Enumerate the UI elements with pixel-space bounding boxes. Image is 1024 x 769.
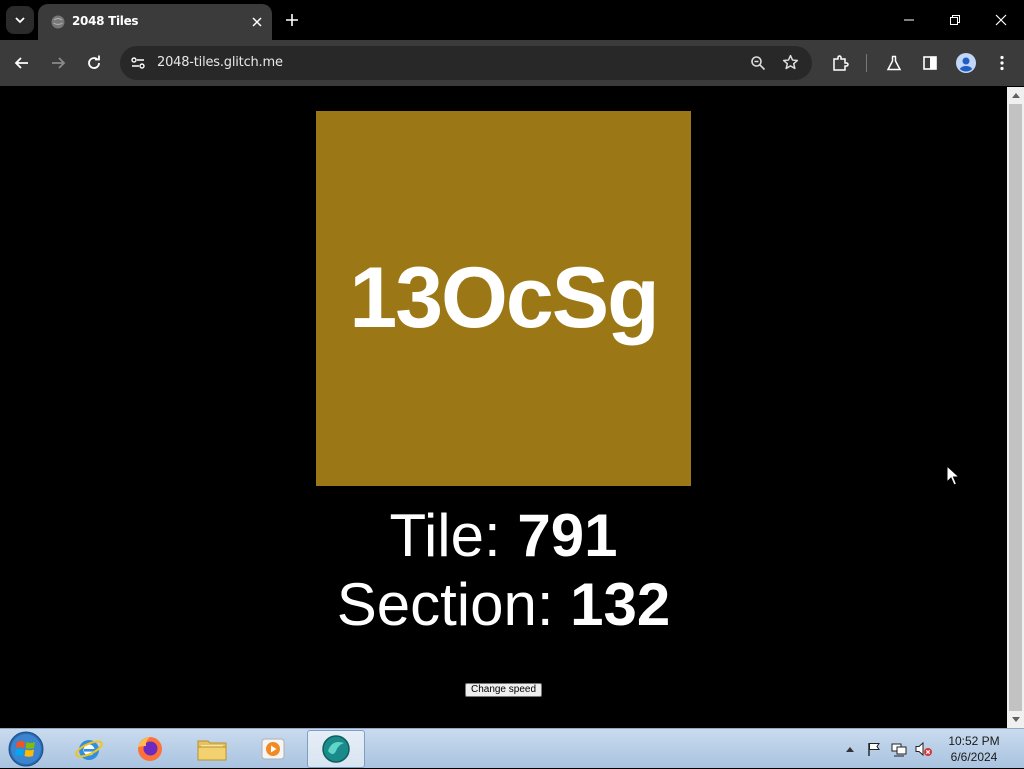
arrow-right-icon — [52, 57, 66, 69]
close-window-button[interactable] — [986, 8, 1016, 32]
tile-counter: Tile: 791 — [0, 501, 1007, 571]
firefox-icon — [138, 737, 162, 761]
tile-text: 13OcSg — [349, 250, 659, 346]
taskbar-app-active[interactable] — [307, 730, 365, 768]
restore-button[interactable] — [940, 8, 970, 32]
puzzle-icon — [833, 55, 849, 71]
clock-date: 6/6/2024 — [950, 750, 998, 764]
network-tray-icon[interactable] — [889, 729, 909, 769]
extensions-button[interactable] — [828, 51, 852, 75]
media-player-icon — [261, 738, 285, 760]
reload-button[interactable] — [82, 51, 106, 75]
section-counter-value: 132 — [570, 571, 671, 638]
plus-icon — [286, 14, 298, 26]
mouse-cursor-icon — [946, 465, 960, 486]
section-counter: Section: 132 — [0, 570, 1007, 640]
tile-counter-label: Tile: — [389, 502, 518, 569]
start-button[interactable] — [6, 730, 46, 768]
site-info-icon[interactable] — [130, 55, 146, 71]
new-tab-button[interactable] — [282, 10, 302, 30]
address-bar[interactable]: 2048-tiles.glitch.me — [120, 46, 812, 80]
star-icon[interactable] — [782, 54, 799, 71]
url-text[interactable]: 2048-tiles.glitch.me — [157, 55, 283, 70]
minimize-icon — [904, 19, 914, 21]
taskbar-app-firefox[interactable] — [121, 730, 179, 768]
flag-icon — [868, 743, 880, 756]
volume-muted-icon — [915, 741, 932, 757]
section-counter-label: Section: — [336, 571, 571, 638]
browser-menu-button[interactable] — [990, 51, 1014, 75]
minimize-button[interactable] — [894, 8, 924, 32]
tab-title: 2048 Tiles — [72, 14, 139, 28]
windows-logo-icon — [8, 731, 44, 767]
forward-button[interactable] — [46, 51, 70, 75]
reload-icon — [88, 55, 100, 69]
labs-button[interactable] — [882, 51, 906, 75]
taskbar-clock[interactable]: 10:52 PM 6/6/2024 — [940, 733, 1008, 765]
scroll-thumb[interactable] — [1009, 104, 1022, 711]
triangle-down-icon — [1011, 717, 1020, 722]
browser-toolbar: 2048-tiles.glitch.me — [0, 40, 1024, 86]
taskbar-app-media-player[interactable] — [244, 730, 302, 768]
close-tab-icon[interactable] — [248, 13, 266, 31]
tab-active[interactable]: 2048 Tiles — [38, 4, 272, 40]
taskbar: 10:52 PM 6/6/2024 — [0, 728, 1024, 768]
page-scrollbar[interactable] — [1007, 87, 1024, 728]
chevron-down-icon — [15, 17, 25, 24]
profile-button[interactable] — [954, 51, 978, 75]
tab-strip: 2048 Tiles — [0, 0, 1024, 40]
change-speed-button[interactable]: Change speed — [465, 683, 542, 697]
side-panel-icon — [923, 56, 937, 70]
more-vertical-icon — [1000, 55, 1004, 71]
taskbar-app-file-explorer[interactable] — [183, 730, 241, 768]
zoom-icon[interactable] — [750, 55, 766, 71]
show-hidden-icons-button[interactable] — [843, 729, 857, 769]
close-icon — [995, 14, 1007, 26]
flask-icon — [886, 55, 902, 71]
scroll-down-arrow[interactable] — [1007, 711, 1024, 728]
restore-icon — [950, 15, 960, 25]
active-app-icon — [322, 735, 350, 763]
clock-time: 10:52 PM — [948, 734, 1000, 748]
side-panel-button[interactable] — [918, 51, 942, 75]
globe-icon — [51, 15, 65, 29]
arrow-left-icon — [14, 57, 28, 69]
scroll-up-arrow[interactable] — [1007, 87, 1024, 104]
tile-counter-value: 791 — [517, 502, 618, 569]
toolbar-divider — [866, 54, 867, 72]
tile: 13OcSg — [316, 111, 691, 486]
network-icon — [891, 743, 907, 757]
avatar-icon — [956, 53, 976, 73]
page-content: 13OcSg Tile: 791 Section: 132 Change spe… — [0, 87, 1007, 728]
volume-tray-icon[interactable] — [914, 729, 934, 769]
tab-search-button[interactable] — [6, 6, 34, 34]
triangle-up-icon — [1011, 93, 1020, 98]
internet-explorer-icon — [75, 740, 103, 760]
action-center-tray-icon[interactable] — [864, 729, 884, 769]
chevron-up-icon — [846, 746, 854, 752]
taskbar-app-internet-explorer[interactable] — [60, 730, 118, 768]
folder-icon — [197, 740, 227, 761]
back-button[interactable] — [10, 51, 34, 75]
